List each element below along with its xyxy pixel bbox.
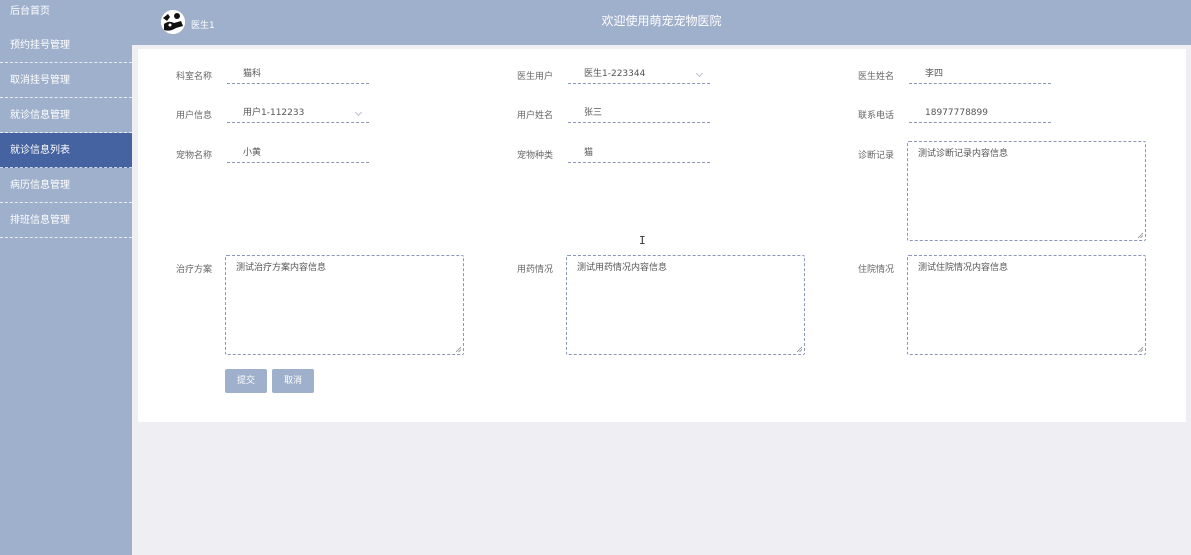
diagnosis-textarea[interactable]: 测试诊断记录内容信息: [907, 141, 1146, 241]
submit-button[interactable]: 提交: [225, 369, 267, 393]
doctor-user-select[interactable]: 医生1-223344: [568, 64, 710, 84]
sidebar-item-medical-records[interactable]: 病历信息管理: [0, 168, 132, 203]
sidebar-item-visit-management[interactable]: 就诊信息管理: [0, 98, 132, 133]
doctor-name-label: 医生姓名: [858, 72, 895, 82]
medication-label: 用药情况: [517, 265, 554, 275]
doctor-user-value: 医生1-223344: [584, 69, 646, 79]
page-title: 欢迎使用萌宠宠物医院: [601, 14, 722, 28]
medication-text: 测试用药情况内容信息: [577, 263, 668, 273]
sidebar-item-home[interactable]: 后台首页: [0, 0, 132, 28]
sidebar-item-appointment[interactable]: 预约挂号管理: [0, 28, 132, 63]
user-info-value: 用户1-112233: [243, 108, 305, 118]
sidebar-item-schedule[interactable]: 排班信息管理: [0, 203, 132, 238]
resize-grip-icon[interactable]: [455, 346, 462, 353]
top-header: 医生1 欢迎使用萌宠宠物医院: [132, 0, 1191, 45]
diagnosis-label: 诊断记录: [858, 151, 895, 161]
doctor-user-label: 医生用户: [517, 72, 554, 82]
sidebar-item-visit-list[interactable]: 就诊信息列表: [0, 133, 132, 168]
dept-label: 科室名称: [176, 72, 213, 82]
hospital-label: 住院情况: [858, 265, 895, 275]
chevron-down-icon: [354, 108, 363, 117]
diagnosis-text: 测试诊断记录内容信息: [918, 149, 1009, 159]
user-name-label: 用户姓名: [517, 111, 554, 121]
treatment-label: 治疗方案: [176, 265, 213, 275]
text-cursor-icon: I: [639, 234, 646, 247]
user-info-select[interactable]: 用户1-112233: [227, 103, 369, 123]
hospital-text: 测试住院情况内容信息: [918, 263, 1009, 273]
hospital-textarea[interactable]: 测试住院情况内容信息: [907, 255, 1146, 355]
user-name-field[interactable]: 张三: [568, 103, 710, 123]
sidebar-item-cancel-appointment[interactable]: 取消挂号管理: [0, 63, 132, 98]
phone-field[interactable]: 18977778899: [909, 103, 1051, 123]
sidebar: 后台首页 预约挂号管理 取消挂号管理 就诊信息管理 就诊信息列表 病历信息管理 …: [0, 0, 132, 555]
treatment-text: 测试治疗方案内容信息: [236, 263, 327, 273]
chevron-down-icon: [695, 69, 704, 78]
user-info-label: 用户信息: [176, 111, 213, 121]
form-card: 科室名称 猫科 医生用户 医生1-223344 医生姓名 李四 用户信息 用户1…: [138, 49, 1186, 422]
pet-name-label: 宠物名称: [176, 151, 213, 161]
pet-type-label: 宠物种类: [517, 151, 554, 161]
doctor-name-field[interactable]: 李四: [909, 64, 1051, 84]
phone-label: 联系电话: [858, 111, 895, 121]
pet-name-field[interactable]: 小黄: [227, 143, 369, 163]
pet-type-field[interactable]: 猫: [568, 143, 710, 163]
medication-textarea[interactable]: 测试用药情况内容信息: [566, 255, 805, 355]
treatment-textarea[interactable]: 测试治疗方案内容信息: [225, 255, 464, 355]
resize-grip-icon[interactable]: [1137, 232, 1144, 239]
resize-grip-icon[interactable]: [1137, 346, 1144, 353]
resize-grip-icon[interactable]: [796, 346, 803, 353]
dept-field[interactable]: 猫科: [227, 64, 369, 84]
cancel-button[interactable]: 取消: [272, 369, 314, 393]
